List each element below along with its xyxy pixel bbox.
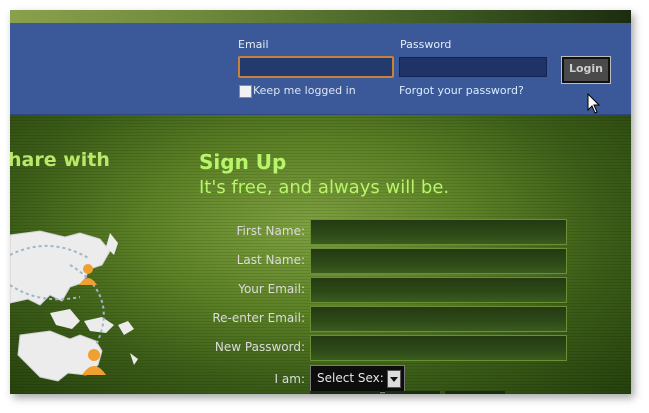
new-password-field[interactable] [310,335,567,361]
password-field[interactable] [399,57,547,77]
birthday-select-edge [310,391,380,394]
keep-logged-in-checkbox[interactable] [239,85,252,98]
reenter-email-label: Re-enter Email: [212,311,305,325]
top-strip [10,10,631,23]
new-password-label: New Password: [214,340,305,354]
sex-select[interactable]: Select Sex: [310,365,405,393]
first-name-field[interactable] [310,219,567,245]
your-email-label: Your Email: [238,282,305,296]
your-email-field[interactable] [310,277,567,303]
keep-logged-in-label: Keep me logged in [253,84,356,97]
last-name-label: Last Name: [236,253,305,267]
world-map [10,230,138,382]
sex-select-value: Select Sex: [317,371,384,385]
birthday-select-edge [445,391,505,394]
reenter-email-field[interactable] [310,306,567,332]
main-panel: hare with Sign Up It's free, and always … [10,115,631,394]
first-name-label: First Name: [236,224,305,238]
login-button[interactable]: Login [561,56,611,84]
dropdown-arrow-icon[interactable] [387,370,401,388]
last-name-field[interactable] [310,248,567,274]
signup-title: Sign Up [199,150,287,174]
cursor-icon [587,93,601,114]
email-label: Email [238,38,269,51]
share-heading: hare with [10,149,110,171]
iam-label: I am: [274,372,305,386]
forgot-password-link[interactable]: Forgot your password? [399,84,524,97]
birthday-select-edge [385,391,440,394]
login-header: Email Password Login Keep me logged in F… [10,23,631,115]
browser-frame: Email Password Login Keep me logged in F… [10,10,631,394]
signup-subtitle: It's free, and always will be. [199,177,450,198]
password-label: Password [400,38,452,51]
email-field[interactable] [238,56,394,78]
